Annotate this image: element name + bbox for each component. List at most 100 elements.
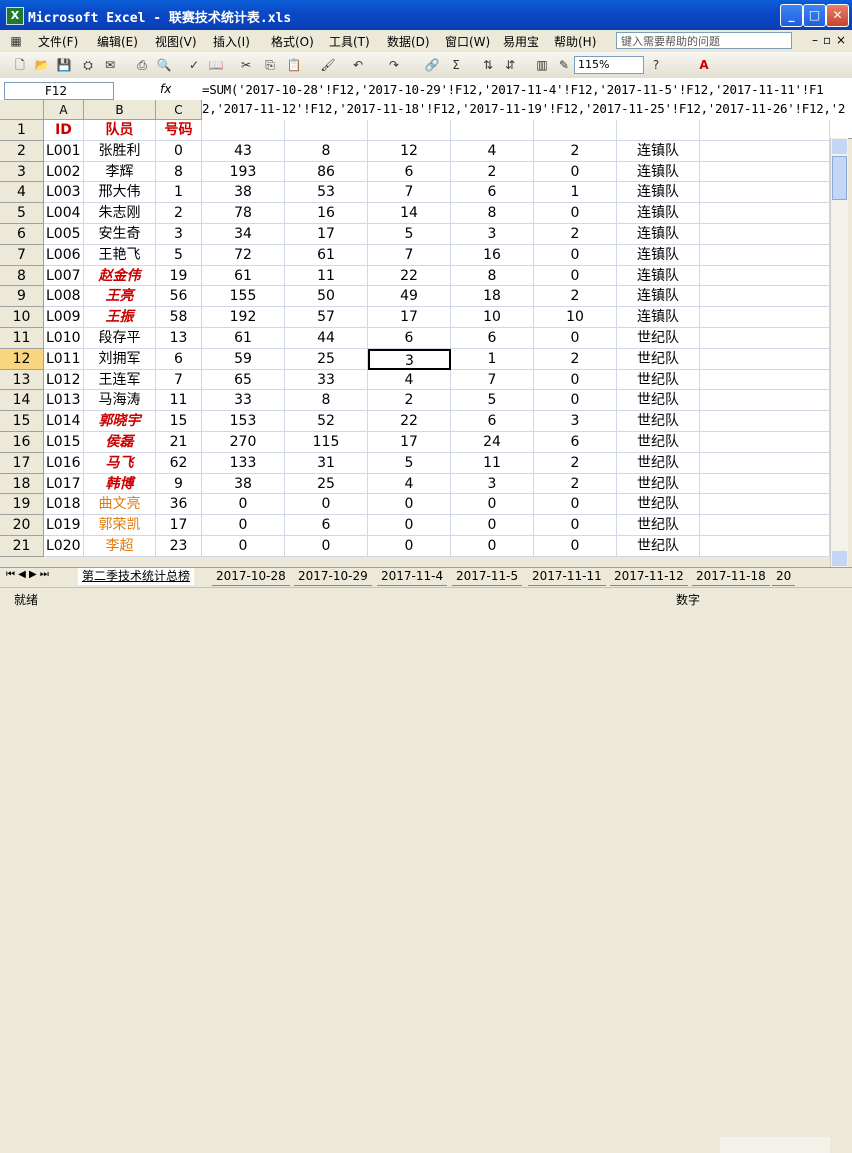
- table-cell[interactable]: 曲文亮: [84, 494, 156, 516]
- empty-cell[interactable]: [617, 120, 700, 141]
- table-cell[interactable]: L014: [44, 411, 84, 432]
- team-cell[interactable]: 连镇队: [617, 286, 700, 308]
- table-cell[interactable]: L006: [44, 244, 84, 266]
- table-cell[interactable]: 15: [156, 411, 202, 432]
- table-cell[interactable]: 9: [156, 473, 202, 495]
- table-cell[interactable]: 4: [368, 369, 451, 391]
- table-cell[interactable]: L002: [44, 161, 84, 183]
- table-cell[interactable]: 49: [368, 286, 451, 308]
- table-cell[interactable]: 17: [285, 224, 368, 245]
- sheet-tab-summary[interactable]: 第二季技术统计总榜: [78, 568, 195, 585]
- table-cell[interactable]: 24: [451, 432, 534, 453]
- row-header[interactable]: 11: [0, 328, 44, 349]
- table-cell[interactable]: 61: [285, 244, 368, 266]
- team-cell[interactable]: 世纪队: [617, 390, 700, 412]
- chart-wizard-icon[interactable]: ▥: [534, 57, 550, 73]
- table-cell[interactable]: 270: [202, 432, 285, 453]
- table-cell[interactable]: 7: [368, 244, 451, 266]
- empty-cell[interactable]: [700, 203, 830, 224]
- table-cell[interactable]: 25: [285, 473, 368, 495]
- table-cell[interactable]: 17: [368, 432, 451, 453]
- table-cell[interactable]: 22: [368, 265, 451, 287]
- table-cell[interactable]: 0: [368, 515, 451, 536]
- table-cell[interactable]: 0: [368, 494, 451, 516]
- drawing-icon[interactable]: ✎: [556, 57, 572, 73]
- table-cell[interactable]: 0: [202, 536, 285, 557]
- table-cell[interactable]: 7: [451, 369, 534, 391]
- table-cell[interactable]: 44: [285, 328, 368, 349]
- table-cell[interactable]: 72: [202, 244, 285, 266]
- team-cell[interactable]: 连镇队: [617, 244, 700, 266]
- column-header-C[interactable]: C: [156, 100, 202, 120]
- research-icon[interactable]: 📖: [208, 57, 224, 73]
- table-cell[interactable]: 李辉: [84, 161, 156, 183]
- paste-icon[interactable]: 📋: [286, 57, 302, 73]
- empty-cell[interactable]: [451, 120, 534, 141]
- scroll-down-button[interactable]: [832, 551, 847, 566]
- table-cell[interactable]: 33: [285, 369, 368, 391]
- sheet-tab-2017-10-28[interactable]: 2017-10-28: [212, 568, 290, 586]
- table-cell[interactable]: 0: [534, 328, 617, 349]
- table-cell[interactable]: 8: [451, 265, 534, 287]
- tab-nav-arrows[interactable]: ⏮ ◀ ▶ ⏭: [6, 569, 49, 580]
- table-cell[interactable]: 张胜利: [84, 140, 156, 162]
- team-cell[interactable]: 连镇队: [617, 265, 700, 287]
- empty-cell[interactable]: [700, 328, 830, 349]
- table-cell[interactable]: 86: [285, 161, 368, 183]
- table-cell[interactable]: 安生奇: [84, 224, 156, 245]
- team-cell[interactable]: 连镇队: [617, 140, 700, 162]
- table-cell[interactable]: 郭荣凯: [84, 515, 156, 536]
- sort-descending-icon[interactable]: ⇵: [502, 57, 518, 73]
- table-cell[interactable]: L017: [44, 473, 84, 495]
- font-color-icon[interactable]: A: [696, 57, 712, 73]
- row-header[interactable]: 14: [0, 390, 44, 412]
- table-cell[interactable]: 0: [156, 140, 202, 162]
- table-cell[interactable]: 王连军: [84, 369, 156, 391]
- empty-cell[interactable]: [700, 494, 830, 516]
- row-header[interactable]: 1: [0, 120, 44, 141]
- table-cell[interactable]: 11: [451, 452, 534, 474]
- menu-data[interactable]: 数据(D): [387, 33, 430, 50]
- table-cell[interactable]: 25: [285, 348, 368, 370]
- table-cell[interactable]: 19: [156, 265, 202, 287]
- table-cell[interactable]: 12: [368, 140, 451, 162]
- empty-cell[interactable]: [700, 307, 830, 328]
- table-cell[interactable]: 6: [368, 328, 451, 349]
- team-cell[interactable]: 世纪队: [617, 432, 700, 453]
- table-cell[interactable]: 6: [451, 328, 534, 349]
- table-cell[interactable]: 0: [534, 244, 617, 266]
- team-cell[interactable]: 连镇队: [617, 161, 700, 183]
- table-cell[interactable]: 2: [534, 452, 617, 474]
- fx-label[interactable]: fx: [160, 82, 171, 96]
- table-cell[interactable]: 0: [534, 494, 617, 516]
- table-cell[interactable]: 36: [156, 494, 202, 516]
- empty-cell[interactable]: [285, 120, 368, 141]
- team-cell[interactable]: 世纪队: [617, 369, 700, 391]
- table-cell[interactable]: 78: [202, 203, 285, 224]
- empty-cell[interactable]: [700, 452, 830, 474]
- table-cell[interactable]: 王亮: [84, 286, 156, 308]
- table-cell[interactable]: 11: [156, 390, 202, 412]
- row-header[interactable]: 20: [0, 515, 44, 536]
- table-cell[interactable]: 115: [285, 432, 368, 453]
- spelling-icon[interactable]: ✓: [186, 57, 202, 73]
- table-cell[interactable]: 4: [451, 140, 534, 162]
- table-cell[interactable]: 0: [534, 265, 617, 287]
- row-header[interactable]: 4: [0, 182, 44, 204]
- table-cell[interactable]: L011: [44, 348, 84, 370]
- table-cell[interactable]: 马海涛: [84, 390, 156, 412]
- table-cell[interactable]: 13: [156, 328, 202, 349]
- table-cell[interactable]: 郭晓宇: [84, 411, 156, 432]
- row-header[interactable]: 2: [0, 140, 44, 162]
- table-cell[interactable]: 56: [156, 286, 202, 308]
- table-cell[interactable]: L007: [44, 265, 84, 287]
- table-cell[interactable]: 53: [285, 182, 368, 204]
- table-cell[interactable]: 0: [534, 369, 617, 391]
- redo-icon[interactable]: ↷: [386, 57, 402, 73]
- empty-cell[interactable]: [700, 182, 830, 204]
- empty-cell[interactable]: [700, 369, 830, 391]
- team-cell[interactable]: 连镇队: [617, 224, 700, 245]
- row-header[interactable]: 8: [0, 265, 44, 287]
- table-cell[interactable]: 2: [534, 224, 617, 245]
- table-cell[interactable]: 0: [451, 515, 534, 536]
